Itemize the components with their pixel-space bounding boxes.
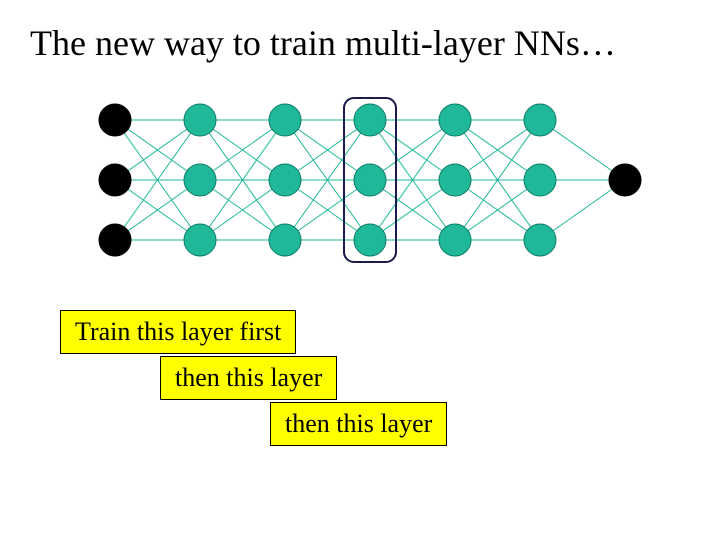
hidden-node <box>524 164 556 196</box>
network-diagram <box>90 90 650 270</box>
hidden-node <box>269 164 301 196</box>
hidden-node <box>354 164 386 196</box>
hidden-node <box>269 104 301 136</box>
hidden-node <box>439 104 471 136</box>
input-node <box>99 164 131 196</box>
hidden-node <box>184 104 216 136</box>
caption-train-first: Train this layer first <box>60 310 296 354</box>
hidden-node <box>269 224 301 256</box>
hidden-node <box>524 224 556 256</box>
hidden-node <box>439 164 471 196</box>
input-node <box>99 224 131 256</box>
caption-then-2: then this layer <box>270 402 447 446</box>
hidden-node <box>184 164 216 196</box>
caption-then-1: then this layer <box>160 356 337 400</box>
slide-title: The new way to train multi-layer NNs… <box>30 22 690 64</box>
hidden-node <box>184 224 216 256</box>
slide: The new way to train multi-layer NNs… Tr… <box>0 0 720 540</box>
hidden-node <box>354 104 386 136</box>
hidden-node <box>524 104 556 136</box>
hidden-node <box>354 224 386 256</box>
output-node <box>609 164 641 196</box>
hidden-node <box>439 224 471 256</box>
input-node <box>99 104 131 136</box>
